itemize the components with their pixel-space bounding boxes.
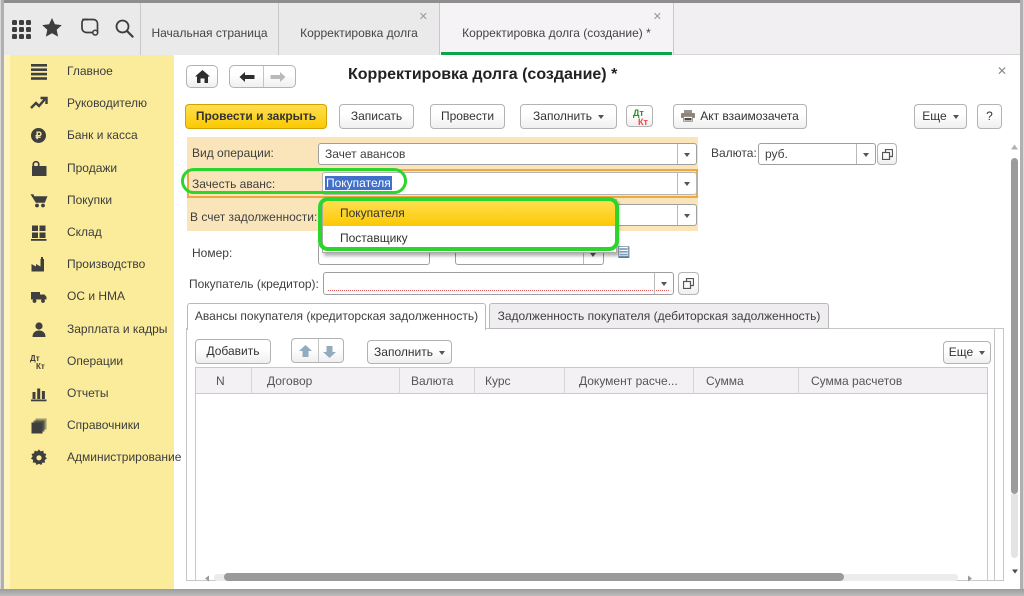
- svg-text:Кт: Кт: [36, 362, 45, 370]
- svg-text:₽: ₽: [35, 131, 42, 142]
